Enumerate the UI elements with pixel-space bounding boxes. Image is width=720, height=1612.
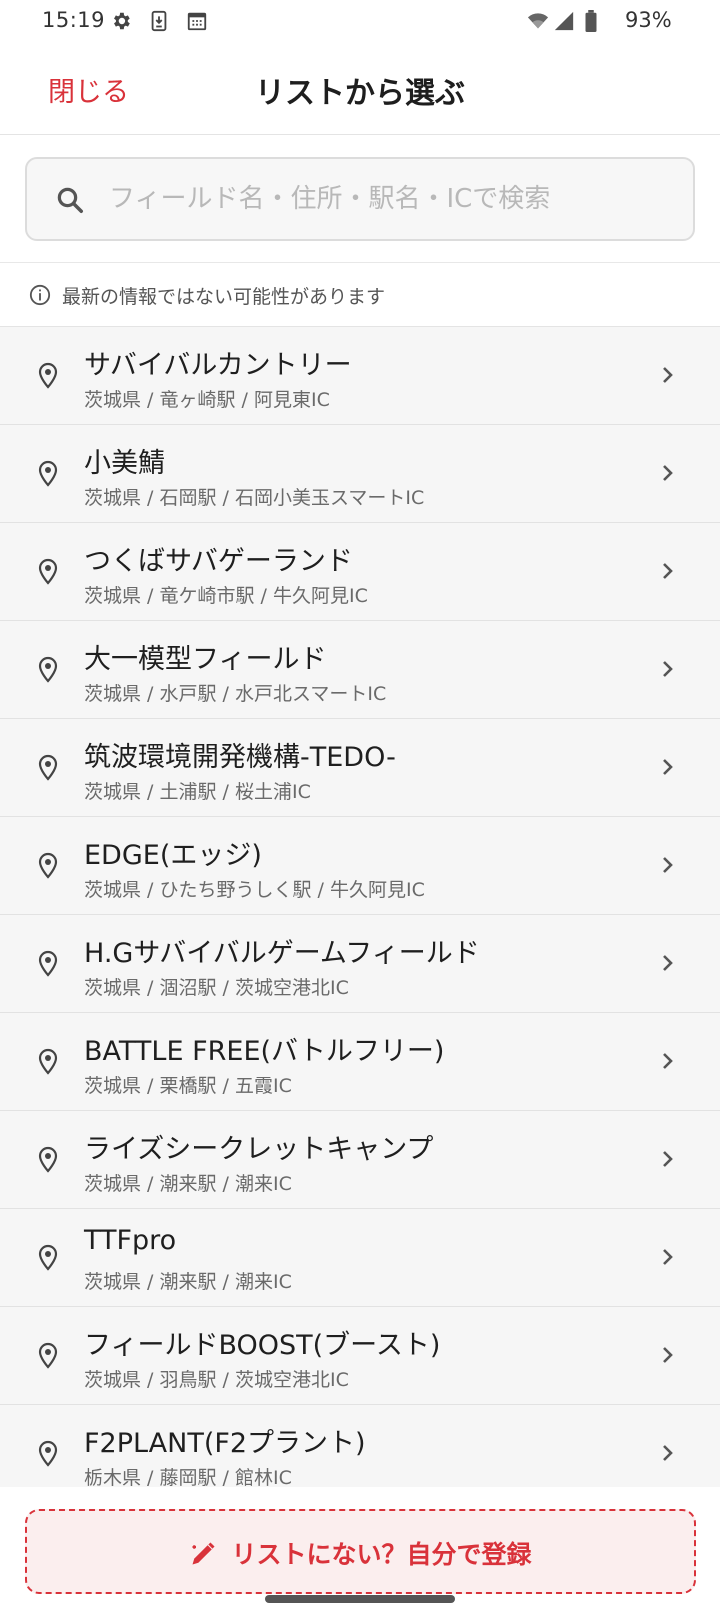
- chevron-right-icon: [663, 1445, 673, 1461]
- field-list-item[interactable]: 大一模型フィールド 茨城県 / 水戸駅 / 水戸北スマートIC: [0, 621, 720, 719]
- location-pin-icon: [38, 362, 58, 389]
- cell-signal-icon: [554, 11, 574, 31]
- footer: リストにない？自分で登録: [0, 1487, 720, 1612]
- field-list-item[interactable]: TTFpro 茨城県 / 潮来駅 / 潮来IC: [0, 1209, 720, 1307]
- download-icon: [151, 10, 167, 32]
- field-name: EDGE(エッジ): [84, 840, 262, 871]
- field-name: H.Gサバイバルゲームフィールド: [84, 938, 480, 969]
- chevron-right-icon: [663, 955, 673, 971]
- field-location: 茨城県 / 竜ケ崎市駅 / 牛久阿見IC: [84, 585, 368, 607]
- info-icon: [29, 284, 51, 306]
- header: 閉じる リストから選ぶ: [0, 44, 720, 135]
- chevron-right-icon: [663, 1249, 673, 1265]
- location-pin-icon: [38, 1048, 58, 1075]
- search-input[interactable]: [109, 177, 669, 221]
- gear-icon: [114, 12, 130, 30]
- location-pin-icon: [38, 950, 58, 977]
- chevron-right-icon: [663, 759, 673, 775]
- notice-text: 最新の情報ではない可能性があります: [62, 286, 386, 308]
- field-location: 茨城県 / ひたち野うしく駅 / 牛久阿見IC: [84, 879, 425, 901]
- field-list-item[interactable]: BATTLE FREE(バトルフリー) 茨城県 / 栗橋駅 / 五霞IC: [0, 1013, 720, 1111]
- location-pin-icon: [38, 558, 58, 585]
- field-location: 茨城県 / 土浦駅 / 桜土浦IC: [84, 781, 311, 803]
- register-button-content: リストにない？自分で登録: [27, 1535, 694, 1571]
- field-name: つくばサバゲーランド: [84, 546, 353, 577]
- field-location: 茨城県 / 栗橋駅 / 五霞IC: [84, 1075, 292, 1097]
- info-notice: 最新の情報ではない可能性があります: [0, 263, 720, 327]
- chevron-right-icon: [663, 465, 673, 481]
- location-pin-icon: [38, 656, 58, 683]
- field-list-item[interactable]: H.Gサバイバルゲームフィールド 茨城県 / 涸沼駅 / 茨城空港北IC: [0, 915, 720, 1013]
- chevron-right-icon: [663, 563, 673, 579]
- field-list-item[interactable]: F2PLANT(F2プラント) 栃木県 / 藤岡駅 / 館林IC: [0, 1405, 720, 1487]
- register-button-label: リストにない？自分で登録: [231, 1540, 532, 1569]
- calendar-icon: [187, 12, 207, 31]
- wifi-icon: [527, 13, 549, 29]
- location-pin-icon: [38, 1146, 58, 1173]
- location-pin-icon: [38, 1440, 58, 1467]
- field-location: 茨城県 / 潮来駅 / 潮来IC: [84, 1271, 292, 1293]
- chevron-right-icon: [663, 857, 673, 873]
- location-pin-icon: [38, 754, 58, 781]
- search-box[interactable]: [25, 157, 695, 241]
- battery-icon: [585, 10, 597, 32]
- field-name: 筑波環境開発機構-TEDO-: [84, 742, 396, 773]
- edit-pen-icon: [192, 1542, 216, 1565]
- home-indicator: [265, 1595, 455, 1603]
- field-location: 茨城県 / 水戸駅 / 水戸北スマートIC: [84, 683, 387, 705]
- field-name: 大一模型フィールド: [84, 644, 327, 675]
- location-pin-icon: [38, 1244, 58, 1271]
- field-list-item[interactable]: つくばサバゲーランド 茨城県 / 竜ケ崎市駅 / 牛久阿見IC: [0, 523, 720, 621]
- field-location: 茨城県 / 涸沼駅 / 茨城空港北IC: [84, 977, 349, 999]
- location-pin-icon: [38, 460, 58, 487]
- field-list-item[interactable]: フィールドBOOST(ブースト) 茨城県 / 羽鳥駅 / 茨城空港北IC: [0, 1307, 720, 1405]
- field-name: F2PLANT(F2プラント): [84, 1428, 366, 1459]
- field-list-item[interactable]: 筑波環境開発機構-TEDO- 茨城県 / 土浦駅 / 桜土浦IC: [0, 719, 720, 817]
- chevron-right-icon: [663, 1151, 673, 1167]
- field-name: フィールドBOOST(ブースト): [84, 1330, 441, 1361]
- field-name: TTFpro: [84, 1225, 177, 1256]
- field-list-item[interactable]: サバイバルカントリー 茨城県 / 竜ヶ崎駅 / 阿見東IC: [0, 327, 720, 425]
- field-list-item[interactable]: ライズシークレットキャンプ 茨城県 / 潮来駅 / 潮来IC: [0, 1111, 720, 1209]
- status-bar: 15:19 93%: [0, 0, 720, 44]
- field-list-item[interactable]: EDGE(エッジ) 茨城県 / ひたち野うしく駅 / 牛久阿見IC: [0, 817, 720, 915]
- field-name: BATTLE FREE(バトルフリー): [84, 1036, 445, 1067]
- page-title: リストから選ぶ: [255, 76, 465, 111]
- field-location: 茨城県 / 羽鳥駅 / 茨城空港北IC: [84, 1369, 349, 1391]
- battery-percent: 93%: [625, 8, 672, 32]
- field-name: サバイバルカントリー: [84, 350, 352, 381]
- register-manually-button[interactable]: リストにない？自分で登録: [25, 1509, 696, 1594]
- location-pin-icon: [38, 852, 58, 879]
- location-pin-icon: [38, 1342, 58, 1369]
- chevron-right-icon: [663, 661, 673, 677]
- chevron-right-icon: [663, 1347, 673, 1363]
- field-list-item[interactable]: 小美鯖 茨城県 / 石岡駅 / 石岡小美玉スマートIC: [0, 425, 720, 523]
- field-list: サバイバルカントリー 茨城県 / 竜ヶ崎駅 / 阿見東IC 小美鯖 茨城県 / …: [0, 327, 720, 1487]
- chevron-right-icon: [663, 367, 673, 383]
- search-icon: [57, 187, 83, 213]
- field-name: ライズシークレットキャンプ: [84, 1134, 434, 1165]
- field-location: 茨城県 / 潮来駅 / 潮来IC: [84, 1173, 292, 1195]
- field-name: 小美鯖: [84, 448, 165, 479]
- search-section: [0, 135, 720, 263]
- field-location: 茨城県 / 石岡駅 / 石岡小美玉スマートIC: [84, 487, 425, 509]
- field-location: 栃木県 / 藤岡駅 / 館林IC: [84, 1467, 292, 1487]
- status-time: 15:19: [42, 8, 106, 32]
- field-location: 茨城県 / 竜ヶ崎駅 / 阿見東IC: [84, 389, 330, 411]
- chevron-right-icon: [663, 1053, 673, 1069]
